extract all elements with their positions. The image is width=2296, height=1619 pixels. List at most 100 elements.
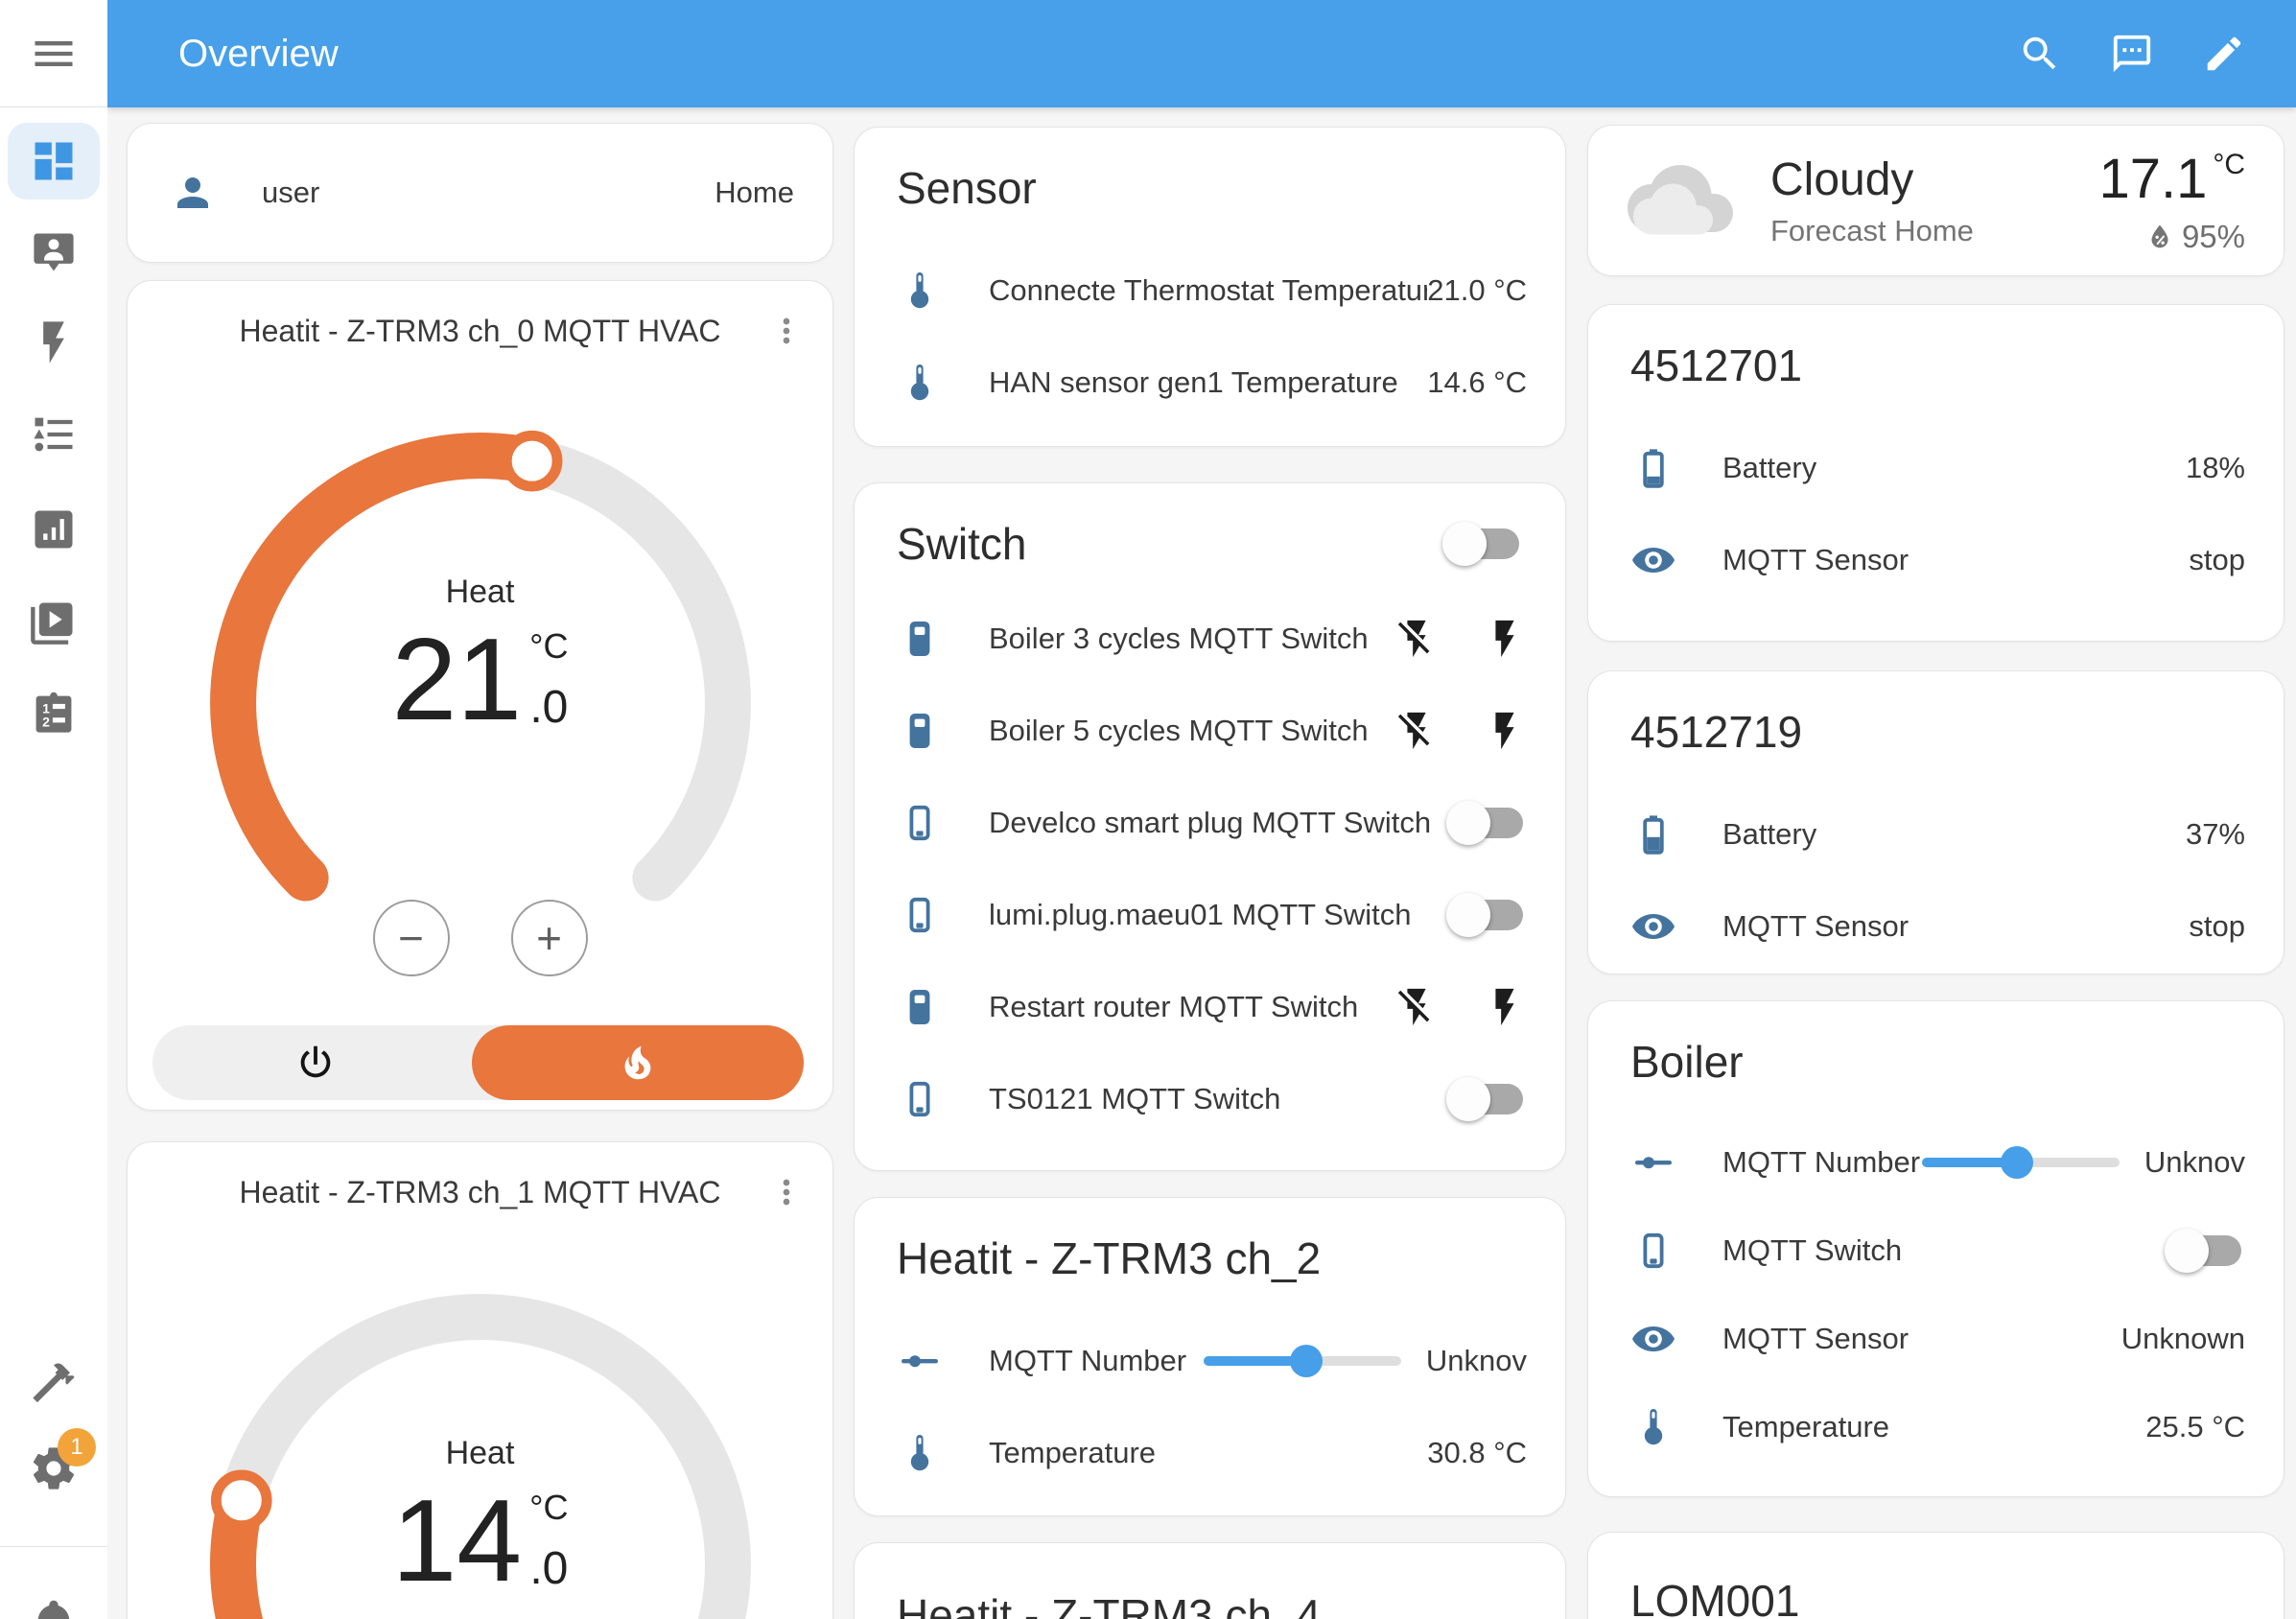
entity-row[interactable]: Temperature 30.8 °C (855, 1407, 1565, 1499)
eye-icon (1630, 537, 1676, 583)
thermometer-icon (1630, 1404, 1676, 1450)
sidebar-item-energy-icon[interactable] (27, 316, 81, 369)
flash-off-icon[interactable] (1394, 985, 1439, 1029)
sidebar-item-history-icon[interactable] (27, 503, 81, 556)
flash-icon[interactable] (1483, 709, 1527, 753)
switch-group-toggle[interactable] (1442, 521, 1523, 567)
entity-row[interactable]: MQTT Sensor Unknown (1588, 1295, 2284, 1383)
mode-heat-button[interactable] (472, 1025, 804, 1100)
entity-row[interactable]: Connecte Thermostat Temperature 21.0 °C (855, 245, 1565, 337)
thermostat-state: Heat 21 °C .0 (128, 574, 832, 736)
smart-plug-outline-icon (1630, 1228, 1676, 1274)
temp-decrease-button[interactable]: − (373, 900, 450, 976)
thermostat-card-ch0: Heatit - Z-TRM3 ch_0 MQTT HVAC Heat 21 °… (127, 280, 833, 1111)
entity-row[interactable]: MQTT Switch (1588, 1207, 2284, 1295)
weather-humidity: 95% (2182, 219, 2245, 255)
sidebar-item-todo-list-icon[interactable]: 12 (27, 686, 81, 739)
smart-plug-outline-icon (897, 800, 943, 846)
thermometer-icon (897, 1430, 943, 1476)
assist-chat-icon[interactable] (2110, 32, 2154, 76)
hvac-mode-selector (152, 1025, 804, 1100)
device-card-4512719: 4512719 Battery 37% MQTT Sensor stop (1587, 670, 2284, 974)
sidebar-divider (0, 1546, 107, 1547)
sidebar-item-logbook-icon[interactable] (27, 408, 81, 461)
card-title: 4512701 (1588, 305, 2284, 401)
entity-row[interactable]: Restart router MQTT Switch (855, 961, 1565, 1053)
flash-icon[interactable] (1483, 617, 1527, 661)
dashboard-view: user Home Heatit - Z-TRM3 ch_0 MQTT HVAC… (107, 107, 2296, 1619)
smart-plug-icon (897, 984, 943, 1030)
boiler-card: Boiler MQTT Number Unknov (1587, 1000, 2284, 1497)
weather-condition: Cloudy (1770, 153, 1974, 206)
mode-off-button[interactable] (152, 1025, 479, 1100)
heatit-ch4-card: Heatit - Z-TRM3 ch_4 (854, 1542, 1566, 1619)
entity-row[interactable]: Develco smart plug MQTT Switch (855, 777, 1565, 869)
weather-card[interactable]: Cloudy Forecast Home 17.1°C 95% (1587, 125, 2284, 276)
entity-toggle[interactable] (1446, 892, 1527, 938)
settings-badge: 1 (58, 1428, 96, 1466)
thermostat-card-ch1: Heatit - Z-TRM3 ch_1 MQTT HVAC Heat 14 °… (127, 1141, 833, 1619)
entity-row[interactable]: Battery 37% (1588, 788, 2284, 880)
target-temp-int: 14 (391, 1486, 522, 1597)
entity-row[interactable]: MQTT Number Unknov (1588, 1118, 2284, 1207)
lom001-card: LOM001 (1587, 1532, 2284, 1619)
thermostat-state: Heat 14 °C .0 (128, 1435, 832, 1597)
target-temp-int: 21 (391, 624, 522, 736)
person-icon (170, 170, 216, 216)
card-title: 4512719 (1588, 671, 2284, 767)
smart-plug-outline-icon (897, 892, 943, 938)
card-title: Switch (897, 518, 1026, 570)
entity-row[interactable]: MQTT Sensor stop (1588, 514, 2284, 606)
entity-row[interactable]: Battery 18% (1588, 422, 2284, 514)
sidebar: 12 1 (0, 0, 107, 1619)
flash-off-icon[interactable] (1394, 617, 1439, 661)
number-slider[interactable] (1922, 1143, 2120, 1182)
entity-row[interactable]: MQTT Sensor stop (1588, 880, 2284, 973)
menu-hamburger-icon[interactable] (27, 27, 81, 81)
entity-row[interactable]: lumi.plug.maeu01 MQTT Switch (855, 869, 1565, 961)
flame-icon (616, 1041, 660, 1085)
entity-toggle[interactable] (2165, 1228, 2245, 1274)
edit-pencil-icon[interactable] (2202, 32, 2246, 76)
weather-temp-unit: °C (2213, 149, 2245, 180)
sidebar-item-overview[interactable] (27, 134, 81, 188)
temp-increase-button[interactable]: + (511, 900, 588, 976)
eye-icon (1630, 1316, 1676, 1362)
card-title: LOM001 (1588, 1533, 2284, 1619)
entity-row[interactable]: MQTT Number Unknov (855, 1315, 1565, 1407)
flash-icon[interactable] (1483, 985, 1527, 1029)
card-title: Heatit - Z-TRM3 ch_4 (855, 1543, 1565, 1619)
card-menu-icon[interactable] (765, 310, 808, 352)
entity-row[interactable]: TS0121 MQTT Switch (855, 1053, 1565, 1145)
entity-toggle[interactable] (1446, 1076, 1527, 1122)
user-location: Home (715, 176, 794, 210)
sidebar-item-settings-icon[interactable]: 1 (27, 1442, 81, 1495)
entity-toggle[interactable] (1446, 800, 1527, 846)
entity-row[interactable]: HAN sensor gen1 Temperature 14.6 °C (855, 337, 1565, 429)
user-entity-card[interactable]: user Home (127, 123, 833, 263)
sidebar-item-developer-tools-icon[interactable] (27, 1355, 81, 1409)
device-card-4512701: 4512701 Battery 18% MQTT Sensor stop (1587, 304, 2284, 642)
weather-temperature: 17.1 (2098, 148, 2207, 210)
app-header: Overview (107, 0, 2296, 107)
entity-row[interactable]: Temperature 25.5 °C (1588, 1383, 2284, 1471)
dial-handle (506, 435, 557, 486)
humidity-droplet-icon (2144, 221, 2176, 253)
flash-off-icon[interactable] (1394, 709, 1439, 753)
card-menu-icon[interactable] (765, 1171, 808, 1213)
sidebar-item-map-icon[interactable] (27, 225, 81, 279)
entity-row[interactable]: Boiler 3 cycles MQTT Switch (855, 593, 1565, 685)
number-slider[interactable] (1204, 1342, 1401, 1380)
temp-unit: °C (529, 1488, 568, 1528)
search-icon[interactable] (2018, 32, 2062, 76)
smart-plug-outline-icon (897, 1076, 943, 1122)
hvac-mode-label: Heat (128, 574, 832, 611)
target-temp-frac: .0 (529, 1542, 568, 1595)
card-title: Boiler (1588, 1001, 2284, 1097)
card-title: Sensor (855, 128, 1565, 223)
entity-row[interactable]: Boiler 5 cycles MQTT Switch (855, 685, 1565, 777)
thermostat-title: Heatit - Z-TRM3 ch_1 MQTT HVAC (128, 1175, 832, 1210)
notifications-bell-icon[interactable] (27, 1596, 81, 1619)
card-title: Heatit - Z-TRM3 ch_2 (855, 1198, 1565, 1294)
sidebar-item-media-browser-icon[interactable] (27, 595, 81, 648)
